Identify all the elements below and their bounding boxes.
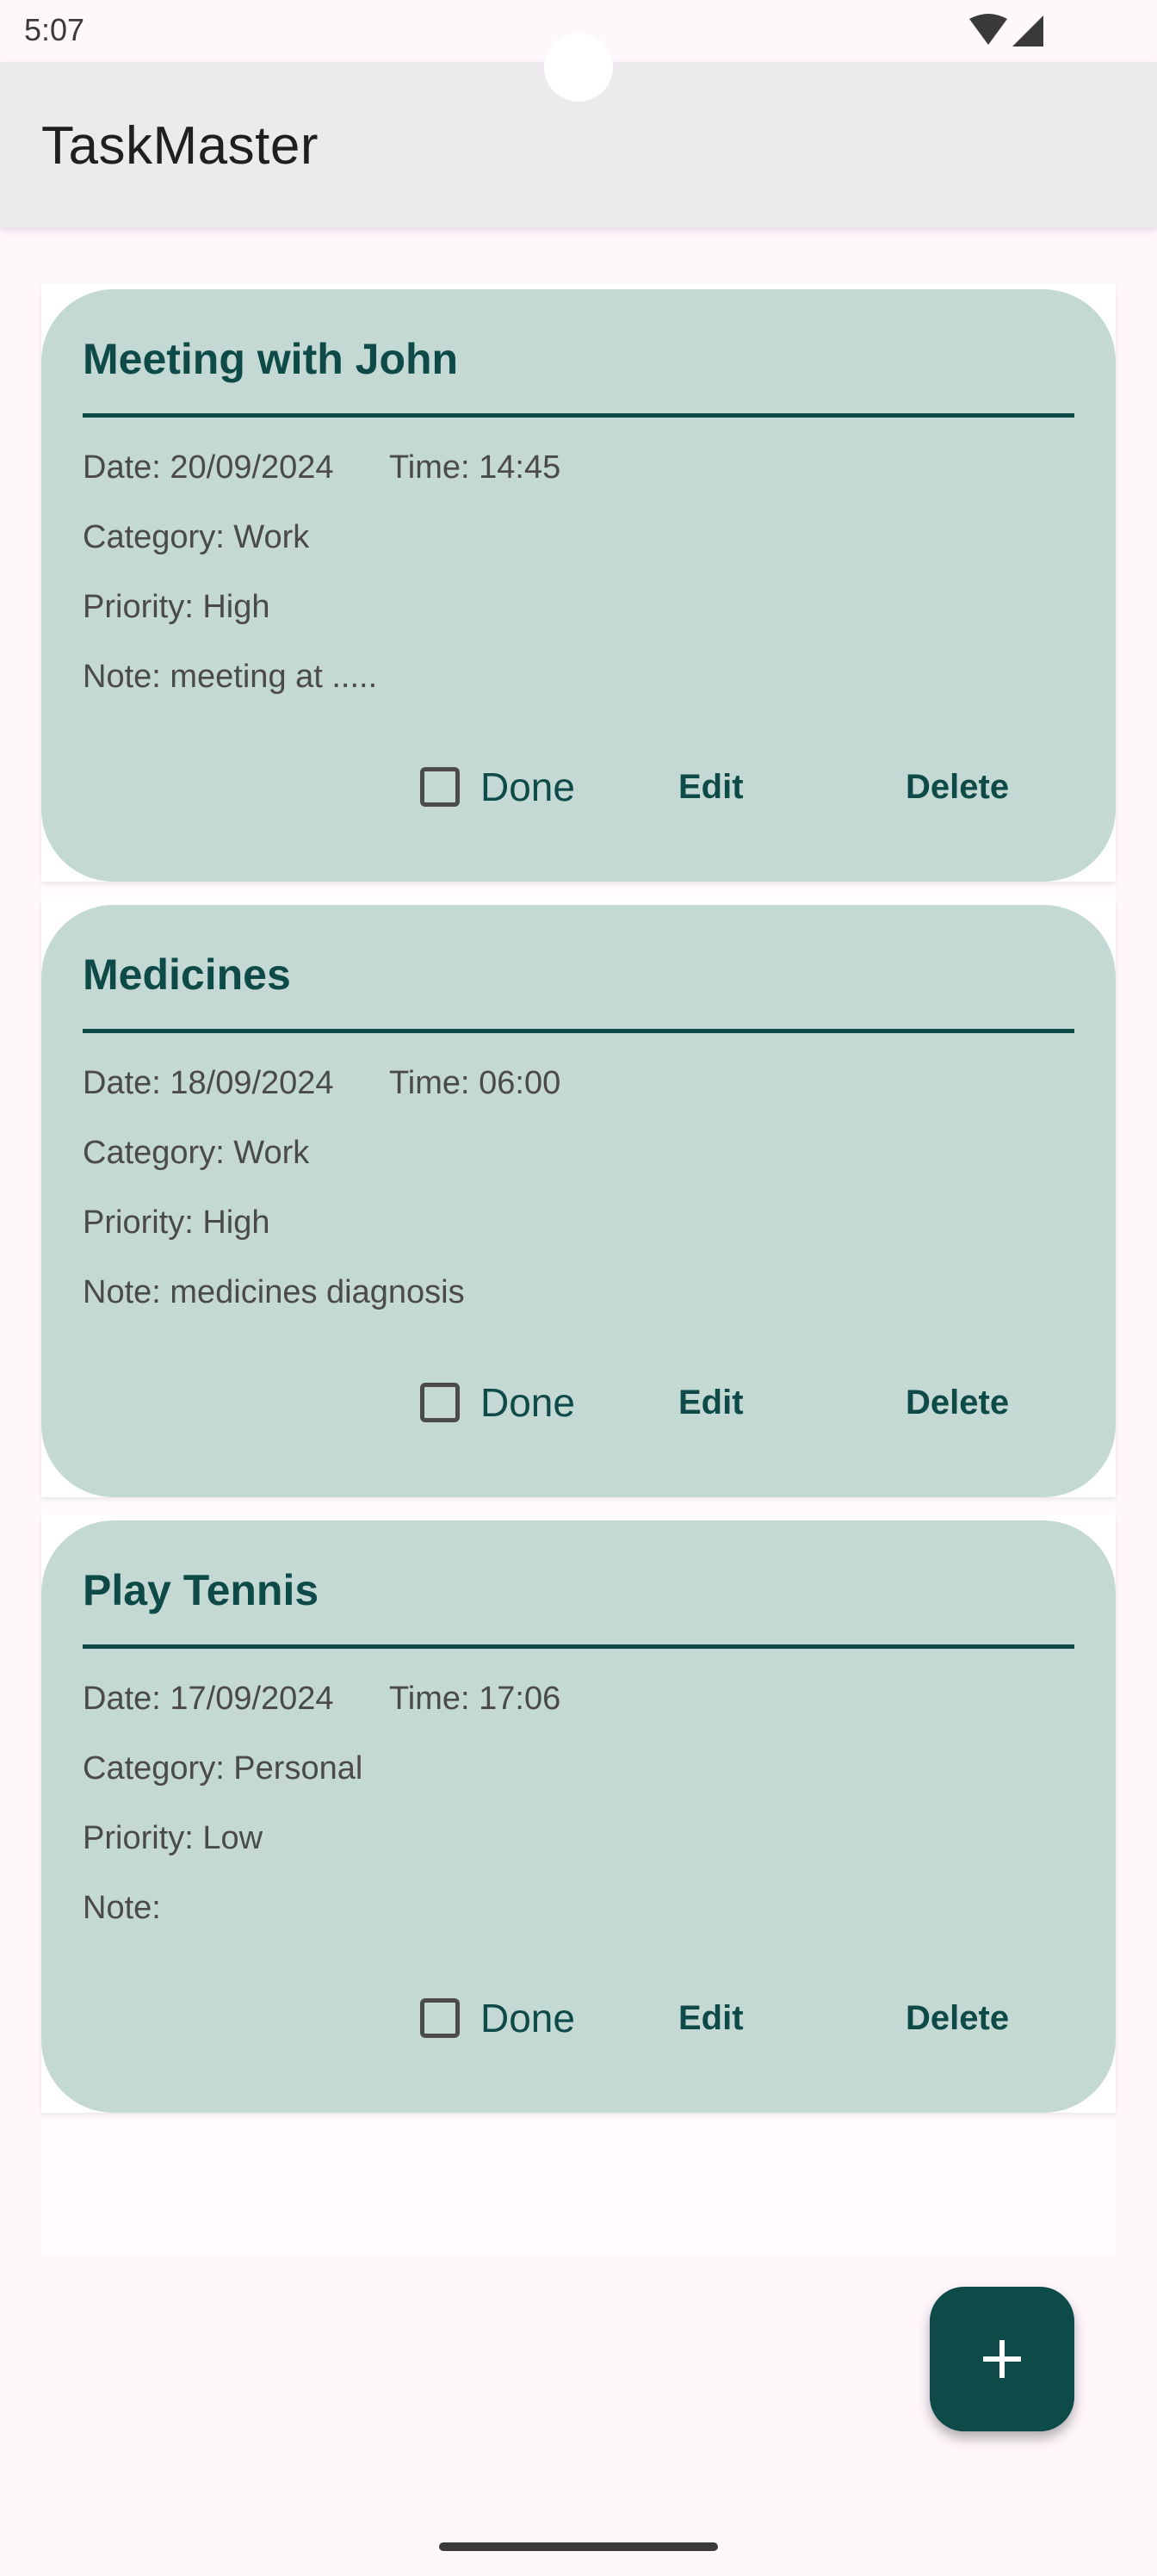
add-task-button[interactable] <box>930 2287 1074 2431</box>
task-note: Note: meeting at ..... <box>83 659 378 695</box>
done-label[interactable]: Done <box>480 1995 575 2041</box>
title-divider <box>83 413 1074 418</box>
task-card[interactable]: Meeting with John Date: 20/09/2024 Time:… <box>41 289 1116 882</box>
task-title: Medicines <box>83 951 291 999</box>
task-title: Play Tennis <box>83 1566 319 1614</box>
done-checkbox-group[interactable]: Done <box>411 761 575 813</box>
title-divider <box>83 1644 1074 1649</box>
delete-button[interactable]: Delete <box>906 761 1009 813</box>
task-category: Category: Work <box>83 519 310 555</box>
task-time: Time: 14:45 <box>389 449 561 486</box>
task-priority: Priority: High <box>83 1204 270 1241</box>
task-card-wrapper: Medicines Date: 18/09/2024 Time: 06:00 C… <box>41 900 1116 1497</box>
task-priority: Priority: High <box>83 589 270 625</box>
task-note: Note: <box>83 1890 161 1926</box>
delete-button[interactable]: Delete <box>906 1377 1009 1428</box>
task-category: Category: Work <box>83 1135 310 1171</box>
gesture-handle[interactable] <box>439 2542 718 2551</box>
task-priority: Priority: Low <box>83 1820 263 1856</box>
task-card[interactable]: Play Tennis Date: 17/09/2024 Time: 17:06… <box>41 1520 1116 2113</box>
task-card-wrapper: Meeting with John Date: 20/09/2024 Time:… <box>41 284 1116 882</box>
task-title: Meeting with John <box>83 335 459 383</box>
app-title: TaskMaster <box>41 116 319 176</box>
task-date: Date: 20/09/2024 <box>83 449 334 486</box>
done-checkbox[interactable] <box>420 1998 460 2038</box>
task-card-wrapper: Play Tennis Date: 17/09/2024 Time: 17:06… <box>41 1515 1116 2113</box>
task-note: Note: medicines diagnosis <box>83 1274 465 1310</box>
done-checkbox[interactable] <box>420 1383 460 1422</box>
camera-cutout <box>544 33 613 102</box>
task-card[interactable]: Medicines Date: 18/09/2024 Time: 06:00 C… <box>41 905 1116 1497</box>
done-label[interactable]: Done <box>480 1379 575 1426</box>
cell-signal-icon <box>1012 15 1043 46</box>
task-time: Time: 06:00 <box>389 1065 561 1101</box>
done-checkbox[interactable] <box>420 767 460 807</box>
done-checkbox-group[interactable]: Done <box>411 1992 575 2044</box>
edit-button[interactable]: Edit <box>678 761 744 813</box>
done-checkbox-group[interactable]: Done <box>411 1377 575 1428</box>
plus-icon-stroke <box>999 2340 1005 2378</box>
task-category: Category: Personal <box>83 1750 363 1786</box>
task-date: Date: 18/09/2024 <box>83 1065 334 1101</box>
done-label[interactable]: Done <box>480 764 575 810</box>
status-time: 5:07 <box>24 12 85 47</box>
delete-button[interactable]: Delete <box>906 1992 1009 2044</box>
task-time: Time: 17:06 <box>389 1681 561 1717</box>
edit-button[interactable]: Edit <box>678 1992 744 2044</box>
task-list[interactable]: Meeting with John Date: 20/09/2024 Time:… <box>41 284 1116 2254</box>
wifi-icon <box>969 14 1007 45</box>
status-icons <box>969 14 1043 46</box>
edit-button[interactable]: Edit <box>678 1377 744 1428</box>
title-divider <box>83 1029 1074 1033</box>
task-date: Date: 17/09/2024 <box>83 1681 334 1717</box>
